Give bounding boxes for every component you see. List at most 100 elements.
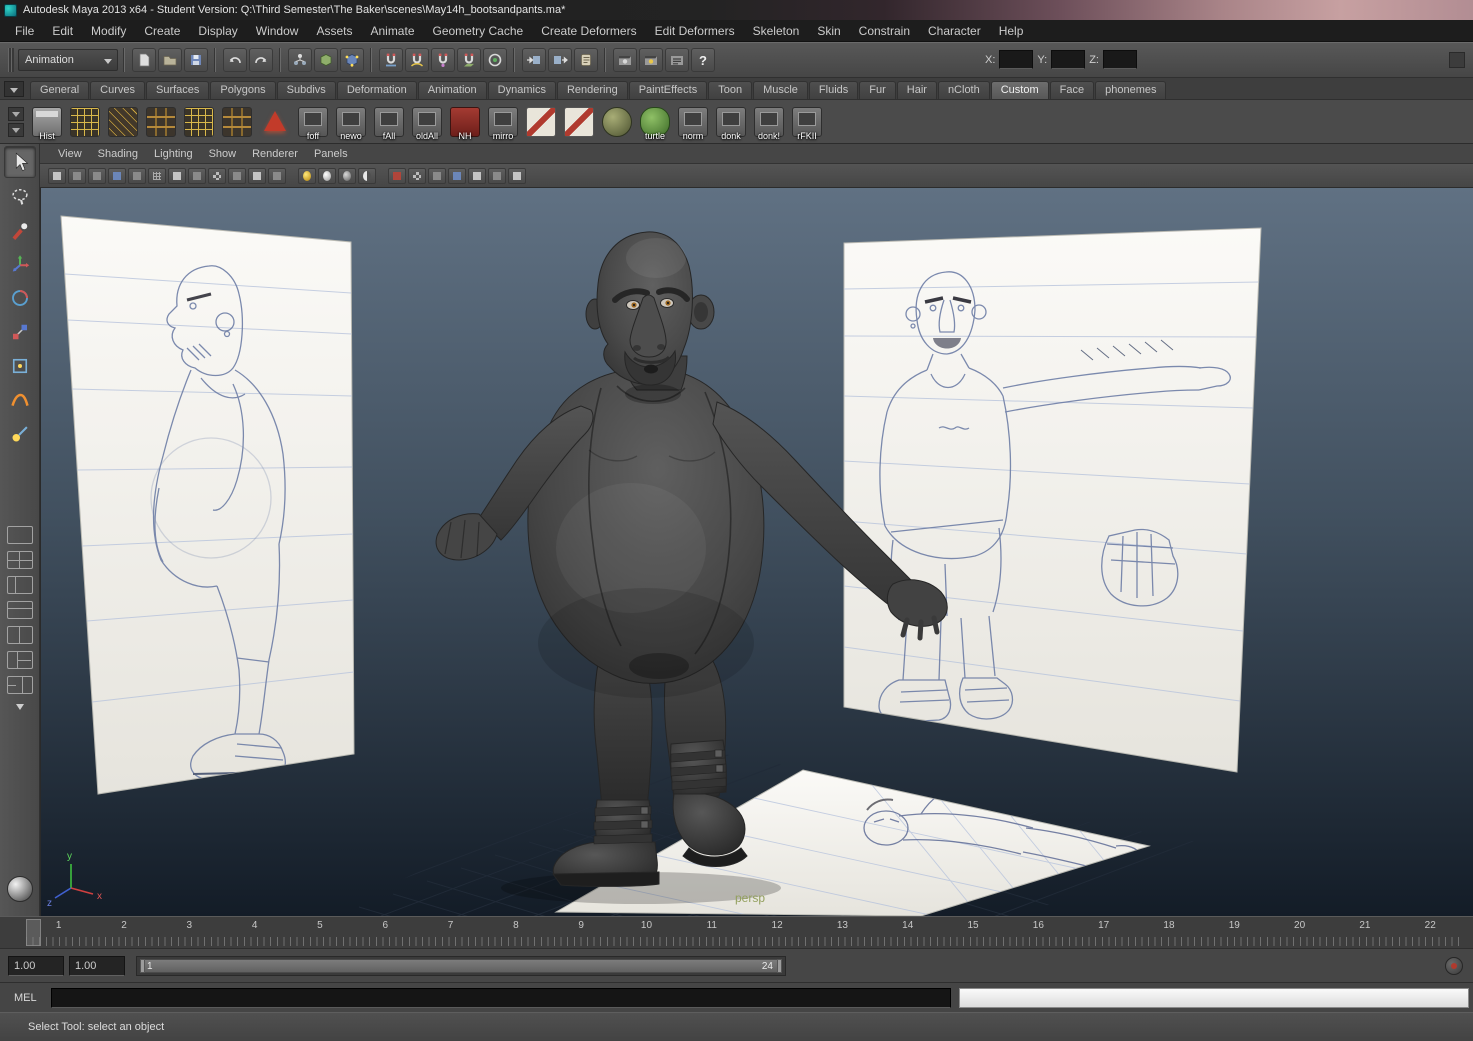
safe-title-icon[interactable] bbox=[268, 167, 286, 184]
auto-keyframe-toggle[interactable] bbox=[1445, 957, 1463, 975]
toolbox-more-arrow[interactable] bbox=[11, 702, 29, 712]
shelf-item-brush-1[interactable] bbox=[522, 102, 560, 142]
ipr-render-button[interactable] bbox=[639, 48, 663, 72]
camera-attributes-icon[interactable] bbox=[68, 167, 86, 184]
resolution-gate-icon[interactable] bbox=[188, 167, 206, 184]
z-coordinate-input[interactable] bbox=[1102, 50, 1137, 69]
shelf-tab-toon[interactable]: Toon bbox=[708, 81, 753, 99]
move-tool[interactable] bbox=[4, 248, 36, 280]
two-d-pan-zoom-icon[interactable] bbox=[128, 167, 146, 184]
shelf-tab-deformation[interactable]: Deformation bbox=[336, 81, 417, 99]
grid-toggle-icon[interactable] bbox=[148, 167, 166, 184]
shelf-item-oldall[interactable]: oldAll bbox=[408, 102, 446, 142]
motion-blur-icon[interactable] bbox=[358, 167, 376, 184]
shelf-item-turtle[interactable]: turtle bbox=[636, 102, 674, 142]
shelf-item-norm[interactable]: norm bbox=[674, 102, 712, 142]
viewport-canvas[interactable]: y x z persp bbox=[40, 188, 1473, 916]
shelf-item-poly-1[interactable] bbox=[66, 102, 104, 142]
render-settings-button[interactable] bbox=[665, 48, 689, 72]
menu-item[interactable]: Display bbox=[189, 20, 246, 42]
panel-menu-item[interactable]: Show bbox=[201, 148, 245, 160]
layout-two-pane-button[interactable] bbox=[6, 626, 33, 644]
menu-item[interactable]: File bbox=[6, 20, 43, 42]
image-plane-left[interactable] bbox=[60, 215, 355, 795]
shelf-switch-button[interactable] bbox=[8, 106, 24, 121]
shelf-tab-fluids[interactable]: Fluids bbox=[808, 81, 859, 99]
snap-to-points-button[interactable] bbox=[431, 48, 455, 72]
layout-outliner-persp-button[interactable] bbox=[6, 676, 33, 694]
x-coordinate-input[interactable] bbox=[999, 50, 1034, 69]
menu-item[interactable]: Animate bbox=[361, 20, 423, 42]
shelf-tab-face[interactable]: Face bbox=[1049, 81, 1095, 99]
xray-icon[interactable] bbox=[468, 167, 486, 184]
ui-toggle-button[interactable] bbox=[1449, 52, 1465, 68]
range-bar[interactable] bbox=[140, 958, 782, 973]
menu-item[interactable]: Modify bbox=[82, 20, 135, 42]
universal-manipulator-tool[interactable] bbox=[4, 350, 36, 382]
help-button[interactable]: ? bbox=[691, 48, 715, 72]
panel-menu-item[interactable]: Lighting bbox=[146, 148, 201, 160]
scale-tool[interactable] bbox=[4, 316, 36, 348]
shelf-item-foff[interactable]: foff bbox=[294, 102, 332, 142]
gate-mask-icon[interactable] bbox=[208, 167, 226, 184]
field-chart-icon[interactable] bbox=[228, 167, 246, 184]
shelf-tab-menu-button[interactable] bbox=[4, 81, 24, 97]
shelf-item-sphere[interactable] bbox=[598, 102, 636, 142]
soft-modification-tool[interactable] bbox=[4, 384, 36, 416]
panel-menu-item[interactable]: Renderer bbox=[244, 148, 306, 160]
shelf-item-fall[interactable]: fAll bbox=[370, 102, 408, 142]
layout-single-pane-button[interactable] bbox=[6, 526, 33, 544]
wireframe-icon[interactable] bbox=[428, 167, 446, 184]
use-all-lights-icon[interactable] bbox=[298, 167, 316, 184]
shelf-tab-painteffects[interactable]: PaintEffects bbox=[628, 81, 708, 99]
menu-item[interactable]: Edit Deformers bbox=[646, 20, 744, 42]
open-scene-button[interactable] bbox=[158, 48, 182, 72]
textured-icon[interactable] bbox=[408, 167, 426, 184]
shelf-tab-hair[interactable]: Hair bbox=[896, 81, 937, 99]
shelf-item-nh[interactable]: NH bbox=[446, 102, 484, 142]
shelf-item-mirro[interactable]: mirro bbox=[484, 102, 522, 142]
status-separator[interactable] bbox=[511, 48, 518, 72]
menu-item[interactable]: Skin bbox=[808, 20, 849, 42]
shelf-item-donk[interactable]: donk bbox=[712, 102, 750, 142]
menu-item[interactable]: Help bbox=[990, 20, 1033, 42]
shelf-tab-dynamics[interactable]: Dynamics bbox=[487, 81, 556, 99]
shelf-tab-subdivs[interactable]: Subdivs bbox=[276, 81, 336, 99]
time-slider[interactable]: 1 2 3 4 5 6 7 8 9 10 11 12 13 14 15 16 17 18 19 20 21 22 bbox=[0, 916, 1473, 948]
snapshot-icon[interactable] bbox=[488, 167, 506, 184]
shelf-tab-ncloth[interactable]: nCloth bbox=[937, 81, 990, 99]
panel-menu-item[interactable]: Panels bbox=[306, 148, 356, 160]
status-separator[interactable] bbox=[212, 48, 219, 72]
layout-three-pane-button[interactable] bbox=[6, 651, 33, 669]
snap-to-grids-button[interactable] bbox=[379, 48, 403, 72]
shelf-tab-muscle[interactable]: Muscle bbox=[753, 81, 808, 99]
last-tool-slot[interactable] bbox=[4, 452, 36, 484]
range-start-handle[interactable] bbox=[140, 958, 145, 973]
undo-button[interactable] bbox=[223, 48, 247, 72]
panel-menu-item[interactable]: View bbox=[50, 148, 90, 160]
shelf-item-poly-4[interactable] bbox=[180, 102, 218, 142]
menu-item[interactable]: Skeleton bbox=[744, 20, 809, 42]
status-separator[interactable] bbox=[602, 48, 609, 72]
menu-item[interactable]: Create bbox=[135, 20, 189, 42]
shaded-icon[interactable] bbox=[448, 167, 466, 184]
range-track[interactable]: 1 24 bbox=[136, 955, 786, 976]
panel-menu-item[interactable]: Shading bbox=[90, 148, 146, 160]
layout-four-pane-button[interactable] bbox=[6, 551, 33, 569]
share-icon[interactable] bbox=[508, 167, 526, 184]
y-coordinate-input[interactable] bbox=[1051, 50, 1086, 69]
layout-stacked-button[interactable] bbox=[6, 601, 33, 619]
shelf-tab-custom[interactable]: Custom bbox=[990, 81, 1049, 99]
shelf-item-brush-2[interactable] bbox=[560, 102, 598, 142]
status-separator[interactable] bbox=[277, 48, 284, 72]
shelf-tab-animation[interactable]: Animation bbox=[417, 81, 487, 99]
menu-item[interactable]: Edit bbox=[43, 20, 82, 42]
make-live-button[interactable] bbox=[483, 48, 507, 72]
menu-item[interactable]: Character bbox=[919, 20, 990, 42]
lasso-tool[interactable] bbox=[4, 180, 36, 212]
shelf-menu-button[interactable] bbox=[8, 122, 24, 137]
menu-item[interactable]: Constrain bbox=[850, 20, 919, 42]
render-button[interactable] bbox=[613, 48, 637, 72]
menu-item[interactable]: Geometry Cache bbox=[424, 20, 533, 42]
menu-item[interactable]: Assets bbox=[307, 20, 361, 42]
